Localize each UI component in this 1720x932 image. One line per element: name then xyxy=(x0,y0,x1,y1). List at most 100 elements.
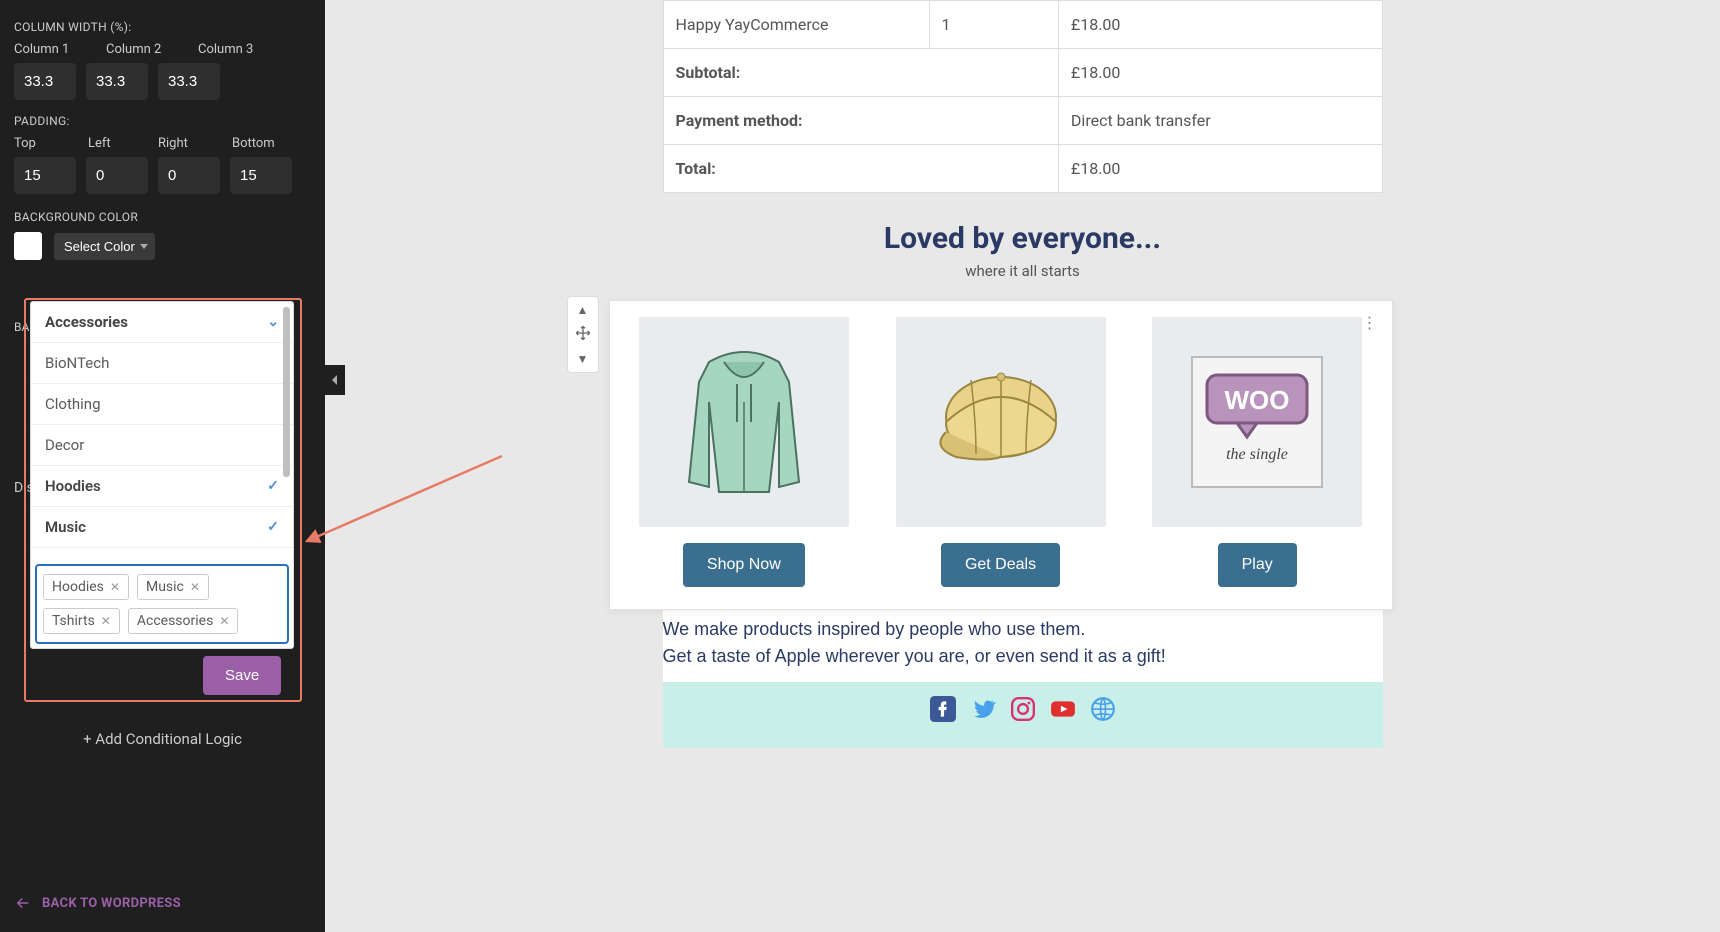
check-icon: ✓ xyxy=(267,519,279,535)
tag-remove-icon[interactable]: ✕ xyxy=(110,580,120,594)
back-to-wordpress-link[interactable]: BACK TO WORDPRESS xyxy=(14,894,181,912)
total-label: Total: xyxy=(663,145,1058,193)
payment-label: Payment method: xyxy=(663,97,1058,145)
move-up-icon[interactable]: ▲ xyxy=(577,303,589,317)
pad-left-input[interactable] xyxy=(86,157,148,194)
back-label: BACK TO WORDPRESS xyxy=(42,896,181,911)
collapse-sidebar-button[interactable] xyxy=(325,365,345,395)
pad-top-input[interactable] xyxy=(14,157,76,194)
arrow-left-icon xyxy=(14,894,32,912)
product-columns-block[interactable]: ⋮ Shop Now xyxy=(609,300,1393,610)
dropdown-item-label: Tshirts xyxy=(45,559,92,560)
social-icons-bar xyxy=(663,682,1383,748)
dropdown-item-label: Music xyxy=(45,518,86,536)
col2-label: Column 2 xyxy=(106,42,174,57)
table-row: Happy YayCommerce 1 £18.00 xyxy=(663,1,1382,49)
tag-remove-icon[interactable]: ✕ xyxy=(101,614,111,628)
pad-left-label: Left xyxy=(88,136,146,151)
dropdown-item-label: Decor xyxy=(45,436,84,454)
dropdown-item-tshirts[interactable]: Tshirts✓ xyxy=(31,548,293,560)
play-button[interactable]: Play xyxy=(1218,543,1297,587)
product-image-cap xyxy=(896,317,1106,527)
svg-text:WOO: WOO xyxy=(1225,385,1290,415)
col3-label: Column 3 xyxy=(198,42,266,57)
chevron-down-icon: ⌄ xyxy=(267,314,279,330)
move-down-icon[interactable]: ▼ xyxy=(577,352,589,366)
svg-text:the single: the single xyxy=(1226,446,1288,463)
block-menu-icon[interactable]: ⋮ xyxy=(1362,313,1378,332)
product-image-hoodie xyxy=(639,317,849,527)
column-width-label: COLUMN WIDTH (%): xyxy=(14,20,311,34)
tag-label: Tshirts xyxy=(52,613,95,629)
tag-label: Hoodies xyxy=(52,579,104,595)
category-dropdown[interactable]: Accessories⌄ BioNTech✓ Clothing✓ Decor✓ … xyxy=(30,301,294,649)
dropdown-item-biontech[interactable]: BioNTech✓ xyxy=(31,343,293,384)
total-value: £18.00 xyxy=(1058,145,1382,193)
get-deals-button[interactable]: Get Deals xyxy=(941,543,1060,587)
promo-line2: Get a taste of Apple wherever you are, o… xyxy=(663,643,1383,670)
col3-input[interactable] xyxy=(158,63,220,100)
loved-heading: Loved by everyone... xyxy=(663,221,1383,256)
pad-right-label: Right xyxy=(158,136,220,151)
tag-label: Music xyxy=(146,579,184,595)
dropdown-item-clothing[interactable]: Clothing✓ xyxy=(31,384,293,425)
twitter-icon[interactable] xyxy=(970,696,996,722)
pad-right-input[interactable] xyxy=(158,157,220,194)
hoodie-icon xyxy=(669,342,819,502)
instagram-icon[interactable] xyxy=(1010,696,1036,722)
select-color-button[interactable]: Select Color xyxy=(54,233,155,260)
pad-bottom-input[interactable] xyxy=(230,157,292,194)
dropdown-item-label: Hoodies xyxy=(45,477,101,495)
dropdown-item-music[interactable]: Music ✓ xyxy=(31,507,293,548)
settings-sidebar: COLUMN WIDTH (%): Column 1 Column 2 Colu… xyxy=(0,0,325,932)
padding-label: PADDING: xyxy=(14,114,311,128)
drag-handle-icon[interactable] xyxy=(575,325,591,344)
table-row: Total: £18.00 xyxy=(663,145,1382,193)
block-float-controls: ▲ ▼ xyxy=(567,296,599,373)
table-row: Subtotal: £18.00 xyxy=(663,49,1382,97)
globe-icon[interactable] xyxy=(1090,696,1116,722)
subtotal-label: Subtotal: xyxy=(663,49,1058,97)
table-row: Payment method: Direct bank transfer xyxy=(663,97,1382,145)
loved-subheading: where it all starts xyxy=(663,262,1383,280)
tag-remove-icon[interactable]: ✕ xyxy=(219,614,229,628)
selected-tags[interactable]: Hoodies ✕ Music ✕ Tshirts ✕ Accessories ✕ xyxy=(35,564,289,644)
col1-label: Column 1 xyxy=(14,42,82,57)
email-preview-canvas: Happy YayCommerce 1 £18.00 Subtotal: £18… xyxy=(325,0,1720,932)
dropdown-item-hoodies[interactable]: Hoodies ✓ xyxy=(31,466,293,507)
dropdown-scrollbar[interactable] xyxy=(283,307,290,477)
add-conditional-logic-link[interactable]: + Add Conditional Logic xyxy=(0,730,325,748)
truncated-ba-label: BA xyxy=(14,320,29,334)
shop-now-button[interactable]: Shop Now xyxy=(683,543,805,587)
cell-product: Happy YayCommerce xyxy=(663,1,929,49)
product-column-3: WOO the single Play xyxy=(1143,317,1372,587)
dropdown-item-decor[interactable]: Decor✓ xyxy=(31,425,293,466)
tag-label: Accessories xyxy=(137,613,213,629)
save-button[interactable]: Save xyxy=(203,656,281,695)
pad-top-label: Top xyxy=(14,136,76,151)
dropdown-item-label: Accessories xyxy=(45,313,128,331)
youtube-icon[interactable] xyxy=(1050,696,1076,722)
dropdown-item-label: Clothing xyxy=(45,395,101,413)
color-swatch[interactable] xyxy=(14,232,42,260)
product-column-1: Shop Now xyxy=(630,317,859,587)
subtotal-value: £18.00 xyxy=(1058,49,1382,97)
tag-hoodies[interactable]: Hoodies ✕ xyxy=(43,574,129,600)
tag-accessories[interactable]: Accessories ✕ xyxy=(128,608,239,634)
tag-tshirts[interactable]: Tshirts ✕ xyxy=(43,608,120,634)
promo-line1: We make products inspired by people who … xyxy=(663,616,1383,643)
tag-music[interactable]: Music ✕ xyxy=(137,574,209,600)
product-column-2: Get Deals xyxy=(886,317,1115,587)
woo-album-icon: WOO the single xyxy=(1182,347,1332,497)
pad-bottom-label: Bottom xyxy=(232,136,290,151)
check-icon: ✓ xyxy=(267,478,279,494)
product-image-woo: WOO the single xyxy=(1152,317,1362,527)
tag-remove-icon[interactable]: ✕ xyxy=(190,580,200,594)
bg-color-label: BACKGROUND COLOR xyxy=(14,210,311,224)
col2-input[interactable] xyxy=(86,63,148,100)
dropdown-item-accessories[interactable]: Accessories ⌄ xyxy=(31,302,293,343)
col1-input[interactable] xyxy=(14,63,76,100)
cap-icon xyxy=(926,362,1076,482)
cell-price: £18.00 xyxy=(1058,1,1382,49)
facebook-icon[interactable] xyxy=(930,696,956,722)
